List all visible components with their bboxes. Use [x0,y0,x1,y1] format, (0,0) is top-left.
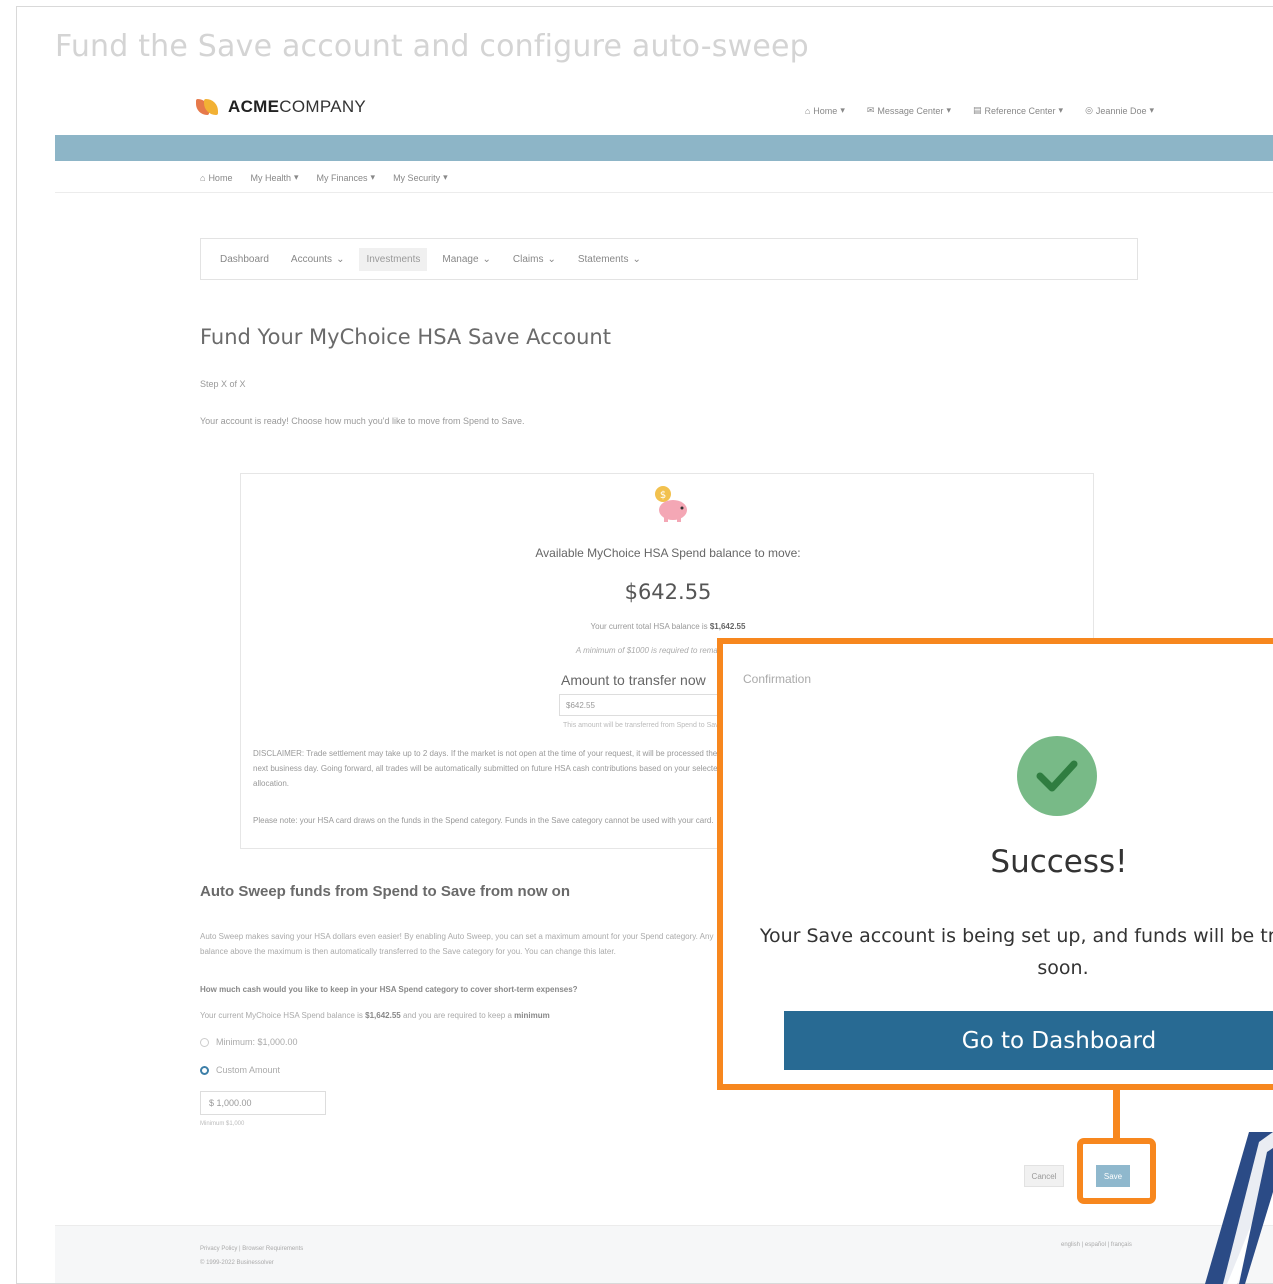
caret-down-icon: ▾ [840,105,845,115]
custom-amount-note: Minimum $1,000 [200,1121,245,1127]
tab-statements[interactable]: Statements ⌄ [571,248,648,271]
chevron-down-icon: ⌄ [632,253,641,265]
disclaimer-text: DISCLAIMER: Trade settlement may take up… [253,749,722,788]
home-icon: ⌂ [200,172,206,183]
language-links[interactable]: english | español | français [1061,1242,1132,1248]
current-total: Your current total HSA balance is $1,642… [590,622,746,631]
transfer-note: This amount will be transferred from Spe… [563,722,725,729]
utility-links: ⌂ Home ▾ ✉ Message Center ▾ ▤ Reference Cente… [805,105,1154,116]
transfer-label: Amount to transfer now [561,672,706,688]
tab-investments[interactable]: Investments [359,247,428,271]
chevron-down-icon: ⌄ [547,253,556,265]
main-nav-my-health[interactable]: My Health ▾ [250,172,298,183]
success-check-icon [1017,736,1097,816]
tab-manage[interactable]: Manage ⌄ [435,248,498,271]
decorative-slash-icon [1205,1132,1273,1284]
success-title: Success! [990,844,1128,880]
chevron-down-icon: ⌄ [482,253,491,265]
caret-down-icon: ▾ [1058,105,1064,115]
sub-nav: Dashboard Accounts ⌄ Investments Manage ⌄ … [200,238,1138,280]
main-nav-home[interactable]: ⌂ Home [200,172,232,183]
available-amount: $642.55 [624,580,712,604]
callout-connector [1113,1085,1120,1140]
logo-bold: ACME [228,97,280,116]
main-nav-my-finances[interactable]: My Finances ▾ [317,172,376,183]
caret-down-icon: ▾ [370,172,376,182]
checkmark-icon [1036,760,1078,792]
go-to-dashboard-button[interactable]: Go to Dashboard [784,1011,1273,1070]
radio-unselected-icon [200,1037,209,1047]
keep-cash-question: How much cash would you like to keep in … [200,985,578,994]
logo-icon [196,97,222,117]
svg-text:$: $ [660,490,666,501]
main-nav: ⌂ Home My Health ▾ My Finances ▾ My Securit… [55,161,1273,193]
page-footer: Privacy Policy | Browser Requirements © … [55,1225,1273,1283]
footer-links[interactable]: Privacy Policy | Browser Requirements [200,1242,303,1256]
card-usage-note: Please note: your HSA card draws on the … [253,816,714,825]
slide-title: Fund the Save account and configure auto… [55,29,809,64]
footer-copyright: © 1999-2022 Businessolver [200,1260,274,1266]
cancel-button[interactable]: Cancel [1024,1165,1064,1187]
caret-down-icon: ▾ [1149,105,1154,115]
radio-custom-amount[interactable]: Custom Amount [200,1065,280,1075]
save-button-highlight [1077,1138,1156,1204]
spend-balance-line: Your current MyChoice HSA Spend balance … [200,1011,550,1020]
auto-sweep-description: Auto Sweep makes saving your HSA dollars… [200,932,714,956]
modal-label: Confirmation [743,672,812,686]
radio-minimum[interactable]: Minimum: $1,000.00 [200,1037,298,1047]
auto-sweep-heading: Auto Sweep funds from Spend to Save from… [200,883,571,900]
book-icon: ▤ [972,105,982,115]
caret-down-icon: ▾ [443,172,448,182]
header-band [55,135,1273,161]
top-bar: ACMECOMPANY ⌂ Home ▾ ✉ Message Center ▾ ▤ Ref… [55,83,1273,135]
company-logo: ACMECOMPANY [196,97,366,117]
home-icon: ⌂ [804,105,811,116]
user-icon: ◎ [1085,105,1093,115]
chevron-down-icon: ⌄ [336,253,345,265]
custom-amount-input[interactable]: $ 1,000.00 [200,1091,326,1115]
ready-text: Your account is ready! Choose how much y… [200,416,525,426]
utility-user-menu[interactable]: ◎ Jeannie Doe ▾ [1085,105,1154,116]
logo-rest: COMPANY [279,97,367,116]
step-indicator: Step X of X [200,379,246,389]
confirmation-modal: Confirmation Success! Your Save account … [717,638,1273,1090]
utility-reference-center-link[interactable]: ▤ Reference Center ▾ [973,105,1063,116]
tab-claims[interactable]: Claims ⌄ [506,248,563,271]
utility-home-link[interactable]: ⌂ Home ▾ [805,105,845,116]
utility-message-center-link[interactable]: ✉ Message Center ▾ [867,105,951,116]
success-message: Your Save account is being set up, and f… [759,925,1273,979]
page-title: Fund Your MyChoice HSA Save Account [200,325,611,349]
caret-down-icon: ▾ [946,105,951,115]
available-label: Available MyChoice HSA Spend balance to … [535,546,801,560]
main-nav-my-security[interactable]: My Security ▾ [393,172,448,183]
message-icon: ✉ [866,105,875,115]
tab-dashboard[interactable]: Dashboard [213,248,276,271]
piggy-bank-icon: $ [655,486,687,522]
radio-selected-icon [200,1065,209,1075]
tab-accounts[interactable]: Accounts ⌄ [284,248,352,271]
caret-down-icon: ▾ [293,172,299,182]
